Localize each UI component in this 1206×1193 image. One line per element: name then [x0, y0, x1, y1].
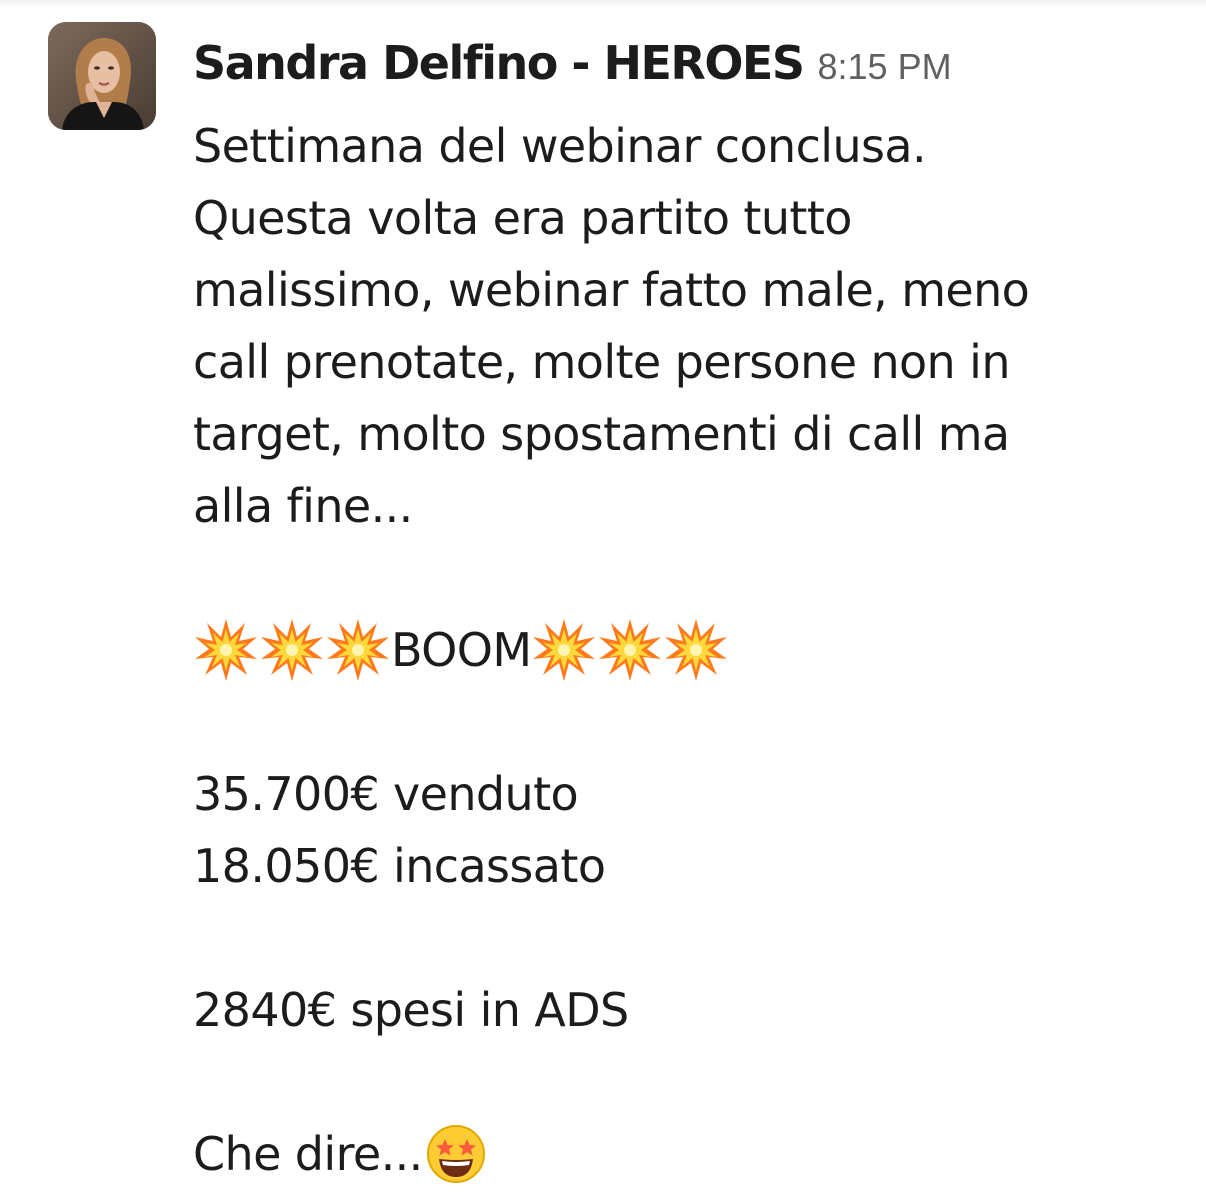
- avatar-photo: [48, 22, 156, 130]
- sales-line: 18.050€ incassato: [193, 839, 606, 893]
- author-name[interactable]: Sandra Delfino - HEROES: [193, 28, 805, 98]
- message-line: Questa volta era partito tutto: [193, 191, 852, 245]
- sales-line: 35.700€ venduto: [193, 767, 579, 821]
- message-timestamp[interactable]: 8:15 PM: [818, 32, 952, 102]
- message-body: Settimana del webinar conclusa. Questa v…: [193, 110, 1183, 1190]
- ads-spend-line: 2840€ spesi in ADS: [193, 983, 629, 1037]
- collision-emoji-icon: [531, 617, 597, 683]
- collision-emoji-icon: [597, 617, 663, 683]
- chat-message: Sandra Delfino - HEROES 8:15 PM Settiman…: [0, 0, 1206, 1193]
- message-header: Sandra Delfino - HEROES 8:15 PM: [193, 28, 952, 98]
- collision-emoji-icon: [259, 617, 325, 683]
- boom-text: BOOM: [391, 623, 532, 677]
- user-avatar[interactable]: [48, 22, 156, 130]
- message-line: Settimana del webinar conclusa.: [193, 119, 927, 173]
- boom-line: BOOM: [193, 614, 1183, 686]
- closing-line: Che dire...: [193, 1118, 1183, 1190]
- message-line: target, molto spostamenti di call ma: [193, 407, 1010, 461]
- star-struck-emoji-icon: [423, 1121, 489, 1187]
- closing-text: Che dire...: [193, 1127, 423, 1181]
- message-line: alla fine...: [193, 479, 413, 533]
- message-line: call prenotate, molte persone non in: [193, 335, 1010, 389]
- collision-emoji-icon: [193, 617, 259, 683]
- message-line: malissimo, webinar fatto male, meno: [193, 263, 1030, 317]
- collision-emoji-icon: [663, 617, 729, 683]
- collision-emoji-icon: [325, 617, 391, 683]
